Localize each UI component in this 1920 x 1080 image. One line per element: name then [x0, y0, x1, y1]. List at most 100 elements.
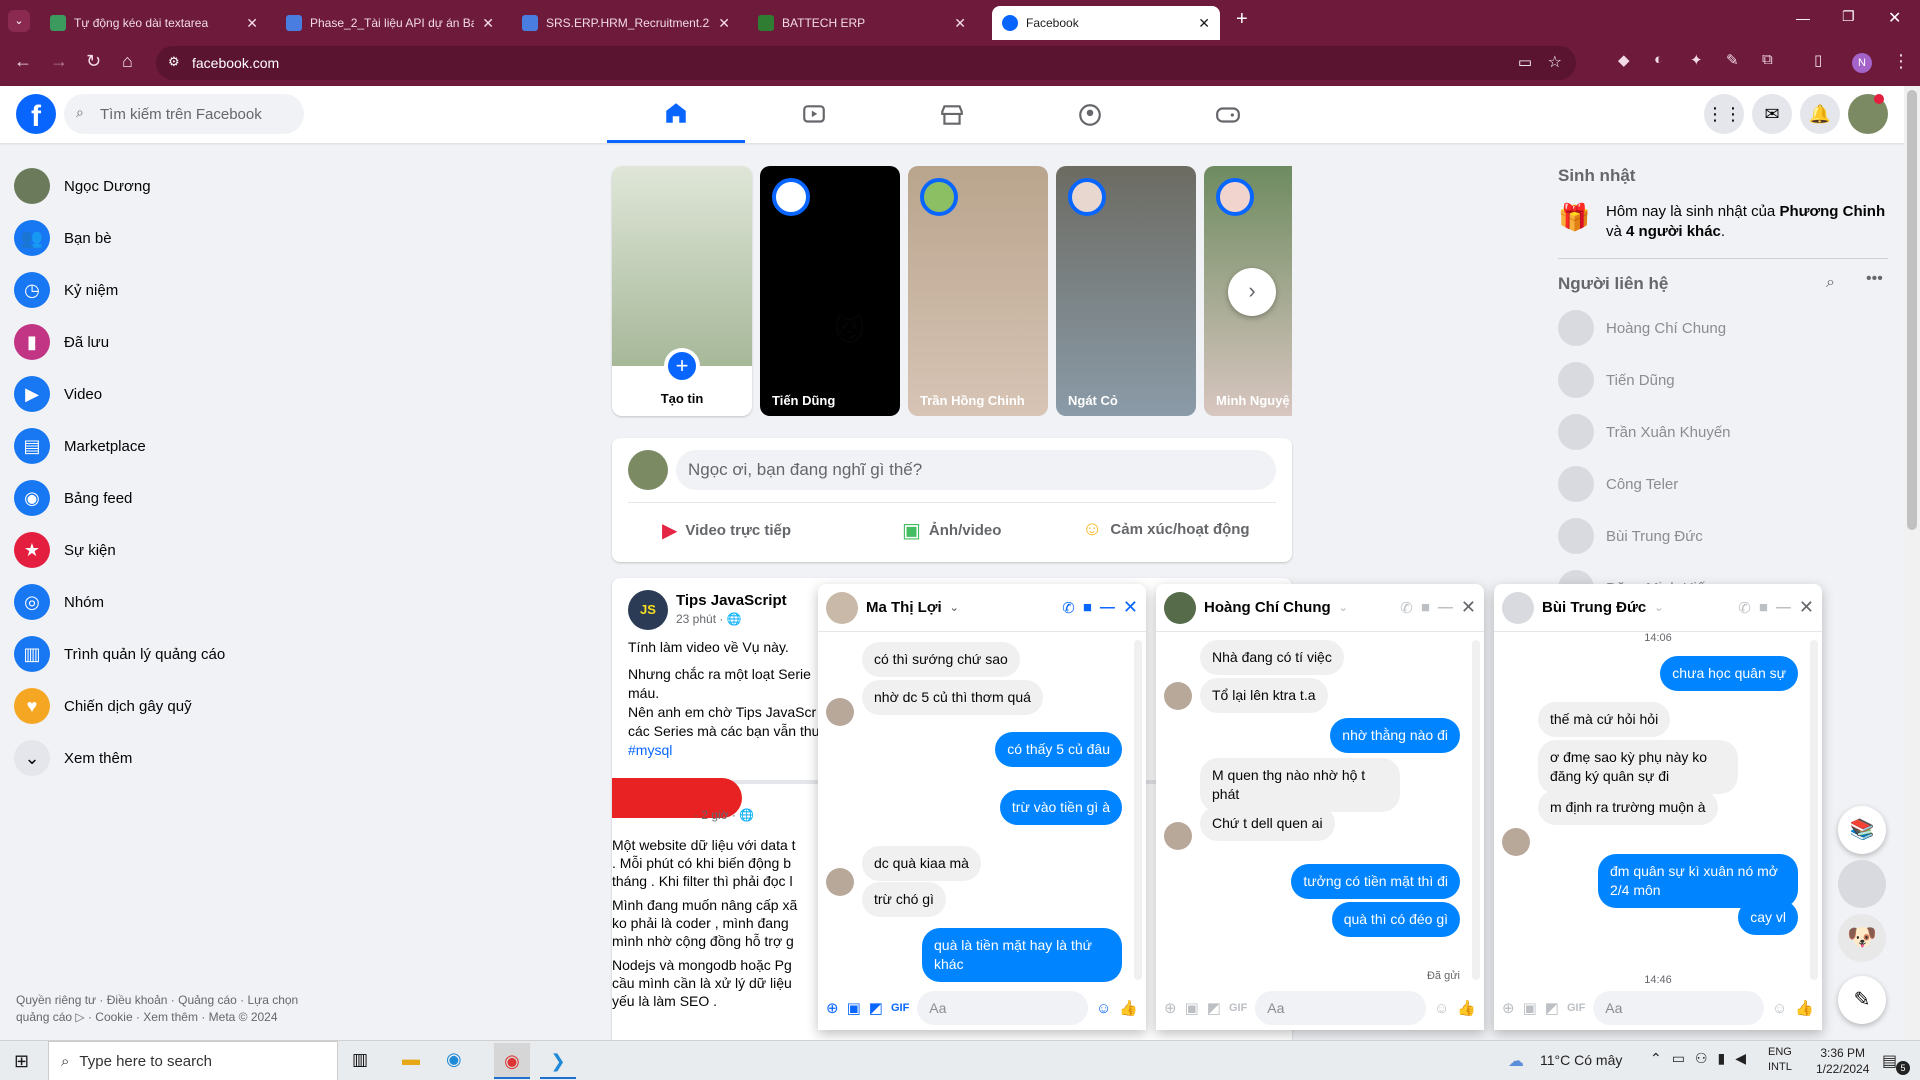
gif-icon[interactable]: GIF	[1229, 1002, 1247, 1014]
chat-message[interactable]: Tổ lại lên ktra t.a	[1200, 678, 1328, 713]
shared-time[interactable]: · 2 giờ · 🌐	[694, 808, 754, 822]
tab-facebook[interactable]: Facebook ✕	[992, 6, 1220, 40]
chat-message[interactable]: nhờ dc 5 củ thì thơm quá	[862, 680, 1043, 715]
chat-head-avatar[interactable]	[1838, 860, 1886, 908]
close-window-icon[interactable]: ✕	[1888, 8, 1901, 28]
search-icon[interactable]: ⌕	[1826, 274, 1835, 292]
url-field[interactable]: ⚙ facebook.com ▭ ☆	[156, 46, 1576, 80]
contact-item[interactable]: Công Teler	[1558, 458, 1678, 510]
sidebar-item[interactable]: ▮ Đã lưu	[14, 316, 109, 368]
sidebar-item[interactable]: ◎ Nhóm	[14, 576, 104, 628]
video-call-icon[interactable]: ■	[1083, 599, 1092, 616]
live-video-button[interactable]: ▶ Video trực tiếp	[662, 518, 791, 543]
sidebar-item[interactable]: ★ Sự kiện	[14, 524, 116, 576]
close-icon[interactable]: ✕	[482, 15, 494, 32]
extension-icon[interactable]: ✎	[1726, 51, 1739, 69]
message-input[interactable]: Aa	[917, 991, 1088, 1025]
file-explorer-icon[interactable]: ▬	[402, 1049, 420, 1070]
chat-scrollbar[interactable]	[1472, 640, 1480, 980]
chat-name[interactable]: Ma Thị Lợi	[866, 599, 942, 616]
minimize-icon[interactable]: —	[1776, 599, 1791, 616]
chat-messages[interactable]: có thì sướng chứ sao nhờ dc 5 củ thì thơm…	[818, 632, 1146, 986]
emoji-icon[interactable]: ☺	[1434, 1000, 1449, 1017]
install-app-icon[interactable]: ▭	[1518, 53, 1532, 71]
chat-message[interactable]: nhờ thằng nào đi	[1330, 718, 1460, 753]
chat-name[interactable]: Hoàng Chí Chung	[1204, 599, 1331, 616]
vscode-icon[interactable]: ❯	[540, 1043, 576, 1079]
chat-head-stack[interactable]: 📚	[1838, 806, 1886, 854]
like-icon[interactable]: 👍	[1795, 999, 1814, 1017]
task-view-icon[interactable]: ▥	[352, 1050, 368, 1070]
nav-groups[interactable]	[1021, 86, 1159, 143]
page-scrollbar[interactable]	[1904, 86, 1920, 1040]
chat-message[interactable]: Chứ t dell quen ai	[1200, 806, 1335, 841]
story-card[interactable]: Trần Hồng Chinh	[908, 166, 1048, 416]
like-icon[interactable]: 👍	[1457, 999, 1476, 1017]
bookmark-star-icon[interactable]: ☆	[1548, 52, 1562, 72]
contact-item[interactable]: Trần Xuân Khuyến	[1558, 406, 1731, 458]
clock[interactable]: 3:36 PM 1/22/2024	[1816, 1045, 1869, 1077]
chat-scrollbar[interactable]	[1810, 640, 1818, 980]
sidebar-item[interactable]: ◷ Kỷ niệm	[14, 264, 118, 316]
chat-message[interactable]: quà là tiền mặt hay là thứ khác	[922, 928, 1122, 982]
minimize-icon[interactable]: —	[1796, 10, 1810, 26]
extension-icon[interactable]: ◆	[1618, 51, 1630, 69]
story-create[interactable]: + Tạo tin	[612, 166, 752, 416]
chat-message[interactable]: M quen thg nào nhờ hộ t phát	[1200, 758, 1400, 812]
plus-icon[interactable]: ⊕	[1164, 999, 1177, 1017]
chat-messages[interactable]: Nhà đang có tí việc Tổ lại lên ktra t.a nh…	[1156, 632, 1484, 986]
close-icon[interactable]: ✕	[1123, 597, 1138, 618]
story-card[interactable]: 😼 Tiến Dũng	[760, 166, 900, 416]
story-card[interactable]: Ngát Cỏ	[1056, 166, 1196, 416]
language-indicator[interactable]: ENG INTL	[1768, 1045, 1792, 1075]
tab-srs[interactable]: SRS.ERP.HRM_Recruitment.221 ✕	[512, 6, 740, 40]
chat-header[interactable]: Ma Thị Lợi ⌄ ✆ ■ — ✕	[818, 584, 1146, 632]
footer-links[interactable]: Quyền riêng tư · Điều khoản · Quảng cáo …	[16, 992, 326, 1026]
chat-message[interactable]: có thì sướng chứ sao	[862, 642, 1020, 677]
chat-header[interactable]: Hoàng Chí Chung ⌄ ✆ ■ — ✕	[1156, 584, 1484, 632]
home-icon[interactable]: ⌂	[122, 51, 133, 72]
page-avatar[interactable]: JS	[628, 590, 668, 630]
search-input[interactable]: ⌕ Tìm kiếm trên Facebook	[64, 94, 304, 134]
chat-message[interactable]: trừ vào tiền gì à	[999, 790, 1122, 825]
chat-message[interactable]: tưởng có tiền mặt thì đi	[1291, 864, 1460, 899]
post-time[interactable]: 23 phút · 🌐	[676, 612, 742, 626]
tab-search-button[interactable]: ⌄	[8, 10, 30, 32]
nav-marketplace[interactable]	[883, 86, 1021, 143]
chat-message[interactable]: dc quà kiaa mà	[862, 846, 981, 881]
photo-icon[interactable]: ▣	[1185, 999, 1199, 1017]
chat-header[interactable]: Bùi Trung Đức ⌄ ✆ ■ — ✕	[1494, 584, 1822, 632]
sidebar-item[interactable]: ◉ Bảng feed	[14, 472, 132, 524]
chat-scrollbar[interactable]	[1134, 640, 1142, 980]
side-panel-icon[interactable]: ▯	[1814, 51, 1822, 69]
emoji-icon[interactable]: ☺	[1772, 1000, 1787, 1017]
post-author[interactable]: Tips JavaScript	[676, 592, 787, 609]
windows-start-icon[interactable]: ⊞	[14, 1051, 29, 1072]
notifications-button[interactable]: 🔔	[1800, 94, 1840, 134]
notification-center-icon[interactable]: ▤	[1882, 1051, 1897, 1071]
message-input[interactable]: Aa	[1255, 991, 1426, 1025]
minimize-icon[interactable]: —	[1100, 599, 1115, 616]
tab-textarea[interactable]: Tự động kéo dài textarea ✕	[40, 6, 268, 40]
close-icon[interactable]: ✕	[954, 15, 966, 32]
photo-icon[interactable]: ▣	[847, 999, 861, 1017]
profile-avatar[interactable]: N	[1852, 53, 1872, 73]
extension-icon[interactable]: ◐	[1654, 51, 1663, 68]
sidebar-item[interactable]: ▤ Marketplace	[14, 420, 146, 472]
close-icon[interactable]: ✕	[246, 15, 258, 32]
chrome-icon[interactable]: ◉	[494, 1043, 530, 1079]
menu-grid-button[interactable]: ⋮⋮	[1704, 94, 1744, 134]
sidebar-item[interactable]: Ngọc Dương	[14, 160, 151, 212]
forward-icon[interactable]: →	[50, 51, 68, 72]
new-message-button[interactable]: ✎	[1838, 976, 1886, 1024]
chat-message[interactable]: cay vl	[1738, 900, 1798, 935]
close-icon[interactable]: ✕	[1799, 597, 1814, 618]
minimize-icon[interactable]: —	[1438, 599, 1453, 616]
weather-text[interactable]: 11°C Có mây	[1540, 1052, 1622, 1068]
plus-icon[interactable]: ⊕	[1502, 999, 1515, 1017]
extension-icon[interactable]: ✦	[1690, 51, 1703, 69]
chat-message[interactable]: m định ra trường muộn à	[1538, 790, 1718, 825]
chat-message[interactable]: thế mà cứ hỏi hỏi	[1538, 702, 1671, 737]
taskbar-search[interactable]: ⌕ Type here to search	[48, 1041, 338, 1080]
close-icon[interactable]: ✕	[718, 15, 730, 32]
